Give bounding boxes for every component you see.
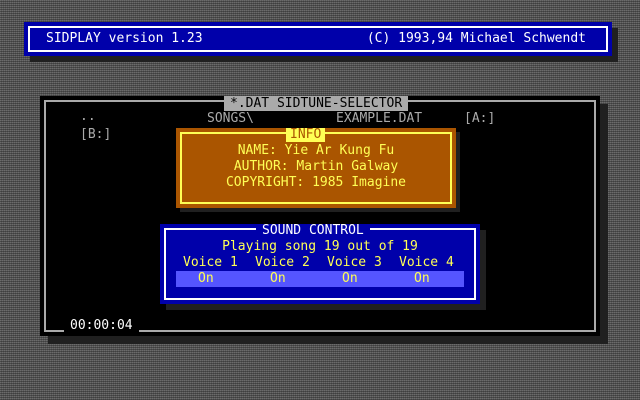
tune-copyright: COPYRIGHT: 1985 Imagine — [225, 175, 406, 190]
copyright-notice: (C) 1993,94 Michael Schwendt — [366, 31, 586, 46]
info-panel: INFO NAME: Yie Ar Kung Fu AUTHOR: Martin… — [176, 128, 456, 208]
playing-status: Playing song 19 out of 19 — [222, 239, 418, 254]
drive-entry-b[interactable]: [B:] — [80, 128, 111, 142]
info-title: INFO — [286, 128, 326, 142]
voice-2-label: Voice 2 — [255, 255, 310, 270]
voice-3-toggle[interactable]: On — [342, 271, 358, 287]
voice-1-label: Voice 1 — [183, 255, 238, 270]
playback-timer: 00:00:04 — [64, 319, 139, 333]
tune-author: AUTHOR: Martin Galway — [233, 159, 399, 174]
sound-control-panel: SOUND CONTROL Playing song 19 out of 19 … — [160, 224, 480, 304]
sound-control-title: SOUND CONTROL — [256, 224, 370, 238]
tune-name: NAME: Yie Ar Kung Fu — [237, 143, 395, 158]
directory-entry-songs[interactable]: SONGS\ — [207, 112, 254, 126]
selector-title: *.DAT SIDTUNE-SELECTOR — [224, 96, 409, 111]
voice-2-toggle[interactable]: On — [270, 271, 286, 287]
parent-directory-entry[interactable]: .. — [80, 110, 96, 124]
voice-3-label: Voice 3 — [327, 255, 382, 270]
voice-4-toggle[interactable]: On — [414, 271, 430, 287]
voice-4-label: Voice 4 — [399, 255, 454, 270]
title-bar: SIDPLAY version 1.23 (C) 1993,94 Michael… — [24, 22, 612, 56]
drive-entry-a[interactable]: [A:] — [464, 112, 495, 126]
voice-1-toggle[interactable]: On — [198, 271, 214, 287]
file-entry-example[interactable]: EXAMPLE.DAT — [336, 112, 422, 126]
app-title: SIDPLAY version 1.23 — [46, 31, 203, 46]
voice-toggle-bar: On On On On — [176, 271, 464, 287]
